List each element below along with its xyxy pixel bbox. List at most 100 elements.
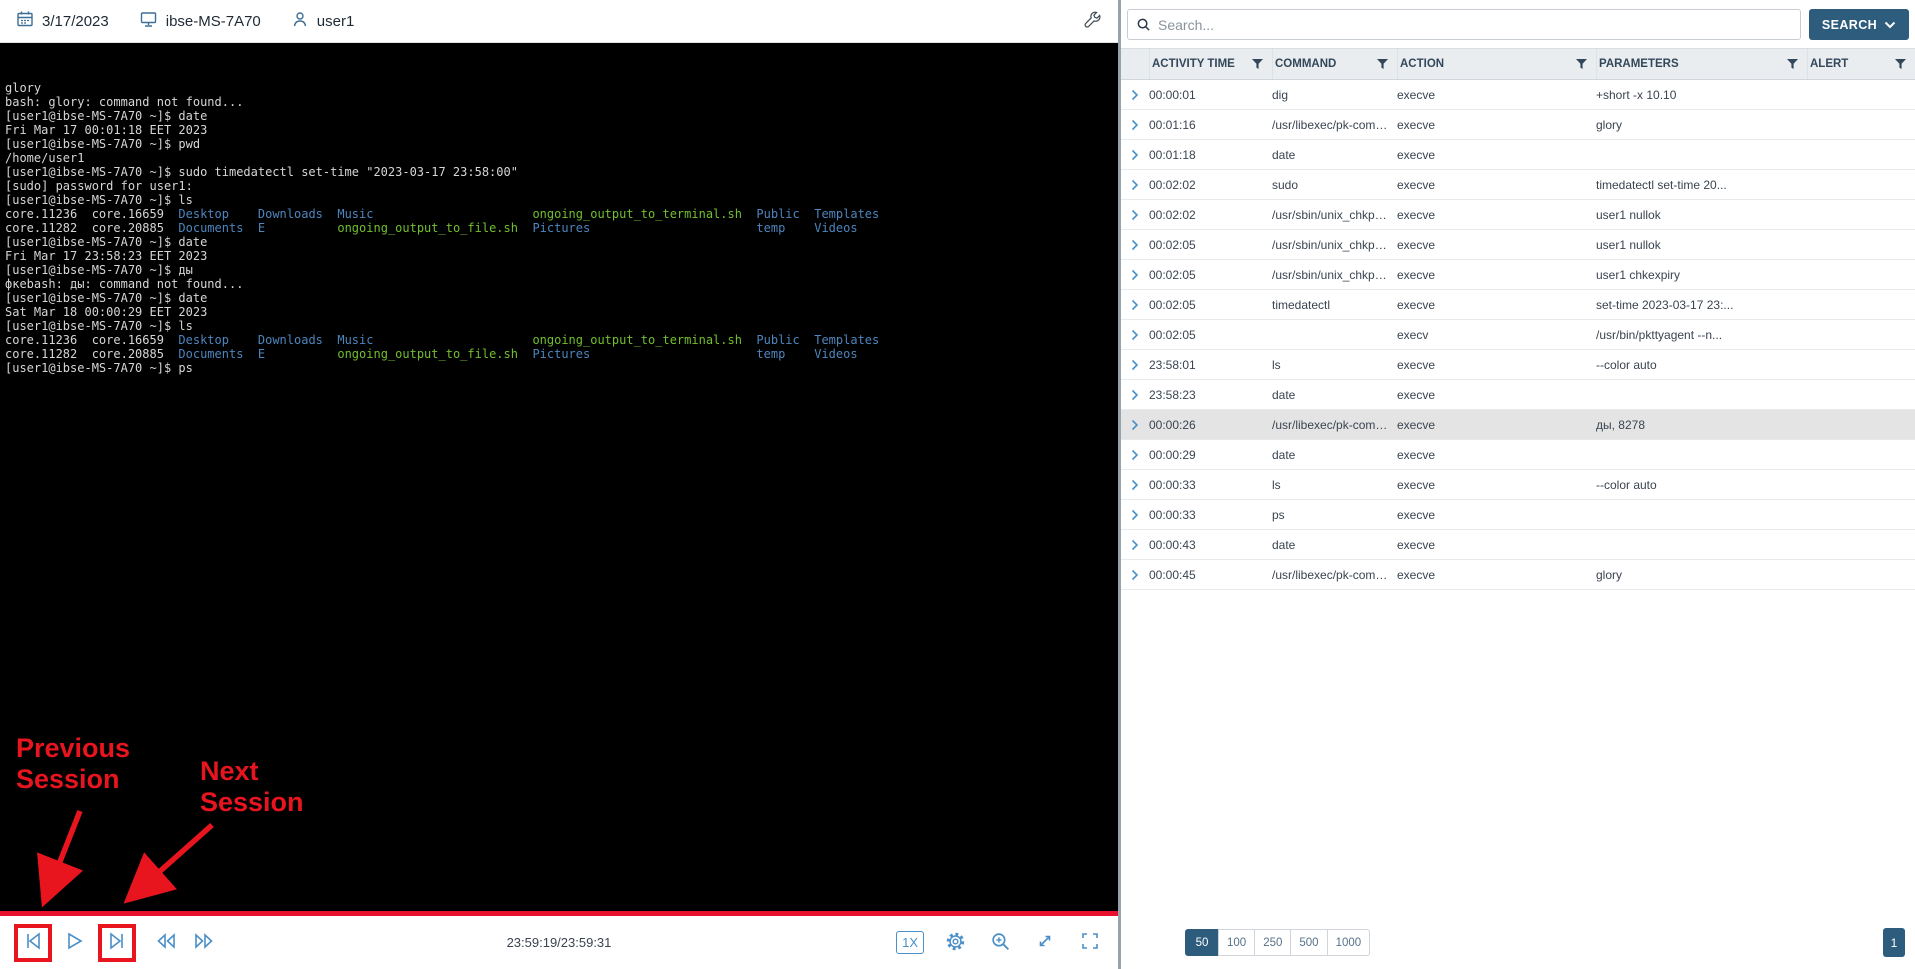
cell-params: ды, 8278 [1596,418,1807,432]
cell-command: dig [1272,88,1397,102]
cell-params: glory [1596,568,1807,582]
row-expand-chevron-icon[interactable] [1121,389,1149,401]
next-session-button[interactable] [103,929,131,957]
search-input[interactable] [1127,9,1801,40]
fast-forward-button[interactable] [190,929,218,957]
filter-icon[interactable] [1576,59,1587,69]
page-size-100[interactable]: 100 [1218,929,1255,956]
terminal-line: core.11236 core.16659 Desktop Downloads … [5,333,879,347]
table-row[interactable]: 00:00:45/usr/libexec/pk-comma...execvegl… [1121,560,1915,590]
row-expand-chevron-icon[interactable] [1121,509,1149,521]
playback-right-controls: 1X [896,929,1104,957]
cell-action: execv [1397,328,1596,342]
cell-params: user1 nullok [1596,208,1807,222]
row-expand-chevron-icon[interactable] [1121,239,1149,251]
table-row[interactable]: 00:02:05timedatectlexecveset-time 2023-0… [1121,290,1915,320]
cell-action: execve [1397,418,1596,432]
table-row[interactable]: 00:02:05/usr/sbin/unix_chkpwdexecveuser1… [1121,230,1915,260]
cell-action: execve [1397,148,1596,162]
table-row[interactable]: 00:00:33lsexecve--color auto [1121,470,1915,500]
annotation-previous-session: Previous Session [16,733,166,795]
filter-icon[interactable] [1895,59,1906,69]
cell-command: ps [1272,508,1397,522]
zoom-in-button[interactable] [986,929,1014,957]
cell-params: set-time 2023-03-17 23:... [1596,298,1807,312]
table-row[interactable]: 23:58:23dateexecve [1121,380,1915,410]
row-expand-chevron-icon[interactable] [1121,479,1149,491]
table-row[interactable]: 00:00:26/usr/libexec/pk-comma...execveды… [1121,410,1915,440]
terminal-line: Fri Mar 17 00:01:18 EET 2023 [5,123,879,137]
table-row[interactable]: 00:02:05/usr/sbin/unix_chkpwdexecveuser1… [1121,260,1915,290]
cell-time: 00:02:02 [1149,178,1272,192]
column-label: PARAMETERS [1599,58,1679,70]
cell-command: date [1272,388,1397,402]
playback-speed-button[interactable]: 1X [896,931,924,954]
table-row[interactable]: 00:02:02/usr/sbin/unix_chkpwdexecveuser1… [1121,200,1915,230]
play-button[interactable] [60,929,88,957]
terminal-output: glorybash: glory: command not found...[u… [5,81,879,375]
column-header-alert[interactable]: ALERT [1807,49,1915,79]
row-expand-chevron-icon[interactable] [1121,209,1149,221]
expand-button[interactable] [1031,929,1059,957]
cell-action: execve [1397,208,1596,222]
fullscreen-button[interactable] [1076,929,1104,957]
table-row[interactable]: 00:01:18dateexecve [1121,140,1915,170]
row-expand-chevron-icon[interactable] [1121,299,1149,311]
table-row[interactable]: 00:00:29dateexecve [1121,440,1915,470]
row-expand-chevron-icon[interactable] [1121,539,1149,551]
table-row[interactable]: 00:00:01digexecve+short -x 10.10 [1121,80,1915,110]
filter-icon[interactable] [1252,59,1263,69]
column-label: ALERT [1810,58,1848,70]
cell-time: 00:02:05 [1149,328,1272,342]
table-row[interactable]: 00:00:43dateexecve [1121,530,1915,560]
terminal-line: /home/user1 [5,151,879,165]
table-row[interactable]: 00:01:16/usr/libexec/pk-comma...execvegl… [1121,110,1915,140]
cell-command: date [1272,538,1397,552]
row-expand-chevron-icon[interactable] [1121,569,1149,581]
rewind-icon [155,930,177,955]
row-expand-chevron-icon[interactable] [1121,449,1149,461]
previous-session-button[interactable] [19,929,47,957]
search-button[interactable]: SEARCH [1809,9,1909,40]
table-row[interactable]: 00:00:33psexecve [1121,500,1915,530]
column-header-command[interactable]: COMMAND [1272,49,1397,79]
page-size-250[interactable]: 250 [1254,929,1291,956]
cell-params: --color auto [1596,478,1807,492]
rewind-button[interactable] [152,929,180,957]
session-host: ibse-MS-7A70 [166,13,261,30]
row-expand-chevron-icon[interactable] [1121,179,1149,191]
page-indicator[interactable]: 1 [1883,928,1905,957]
row-expand-chevron-icon[interactable] [1121,89,1149,101]
table-row[interactable]: 23:58:01lsexecve--color auto [1121,350,1915,380]
row-expand-chevron-icon[interactable] [1121,119,1149,131]
terminal-line: [user1@ibse-MS-7A70 ~]$ sudo timedatectl… [5,165,879,179]
table-row[interactable]: 00:02:02sudoexecvetimedatectl set-time 2… [1121,170,1915,200]
terminal-line: core.11282 core.20885 Documents E ongoin… [5,221,879,235]
page-size-500[interactable]: 500 [1290,929,1327,956]
column-label: ACTION [1400,58,1444,70]
filter-icon[interactable] [1787,59,1798,69]
terminal-line: [user1@ibse-MS-7A70 ~]$ pwd [5,137,879,151]
row-expand-chevron-icon[interactable] [1121,269,1149,281]
cell-time: 00:01:18 [1149,148,1272,162]
calendar-icon [16,10,34,32]
column-header-action[interactable]: ACTION [1397,49,1596,79]
row-expand-chevron-icon[interactable] [1121,149,1149,161]
monitor-icon [139,10,158,32]
row-expand-chevron-icon[interactable] [1121,329,1149,341]
table-row[interactable]: 00:02:05execv/usr/bin/pkttyagent --n... [1121,320,1915,350]
column-header-parameters[interactable]: PARAMETERS [1596,49,1807,79]
page-size-50[interactable]: 50 [1185,929,1219,956]
page-size-1000[interactable]: 1000 [1327,929,1371,956]
chevron-down-icon [1884,21,1896,29]
filter-icon[interactable] [1377,59,1388,69]
search-field-wrap [1127,9,1801,40]
row-expand-chevron-icon[interactable] [1121,359,1149,371]
cell-command: /usr/libexec/pk-comma... [1272,118,1397,132]
gear-icon [945,931,966,955]
cell-time: 00:00:29 [1149,448,1272,462]
row-expand-chevron-icon[interactable] [1121,419,1149,431]
settings-button[interactable] [941,929,969,957]
tools-wrench-button[interactable] [1083,10,1102,33]
column-header-activity-time[interactable]: ACTIVITY TIME [1149,49,1272,79]
